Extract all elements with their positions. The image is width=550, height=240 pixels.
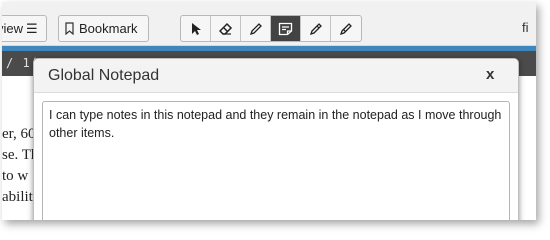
document-text-line: er, 60 — [2, 126, 36, 142]
app-window: view ☰ Bookmark — [2, 2, 536, 220]
notepad-tool[interactable] — [271, 16, 301, 41]
notepad-icon — [278, 22, 293, 35]
pointer-icon — [191, 22, 201, 35]
notepad-textarea[interactable]: I can type notes in this notepad and the… — [42, 101, 510, 220]
highlighter-tool[interactable] — [301, 16, 331, 41]
dialog-header: Global Notepad x — [34, 59, 518, 93]
bookmark-button-label: Bookmark — [79, 21, 138, 36]
strikethrough-pen-tool[interactable] — [331, 16, 361, 41]
pencil-tool[interactable] — [241, 16, 271, 41]
bookmark-icon — [65, 22, 74, 35]
global-notepad-dialog: Global Notepad x I can type notes in thi… — [33, 58, 519, 220]
view-button[interactable]: view ☰ — [2, 15, 47, 42]
dialog-title: Global Notepad — [48, 67, 160, 84]
bookmark-button[interactable]: Bookmark — [58, 15, 149, 42]
list-icon: ☰ — [26, 20, 38, 36]
strikethrough-pen-icon — [339, 22, 352, 35]
close-button[interactable]: x — [486, 66, 494, 83]
toolbar: view ☰ Bookmark — [2, 2, 536, 46]
pencil-icon — [249, 22, 262, 35]
view-button-label: view — [2, 21, 24, 36]
eraser-icon — [218, 22, 232, 35]
annotation-tool-group — [180, 15, 362, 42]
toolbar-right-label: fi — [522, 20, 529, 35]
pointer-tool[interactable] — [181, 16, 211, 41]
document-text-line: to w — [2, 168, 29, 184]
eraser-tool[interactable] — [211, 16, 241, 41]
highlighter-icon — [309, 22, 322, 35]
